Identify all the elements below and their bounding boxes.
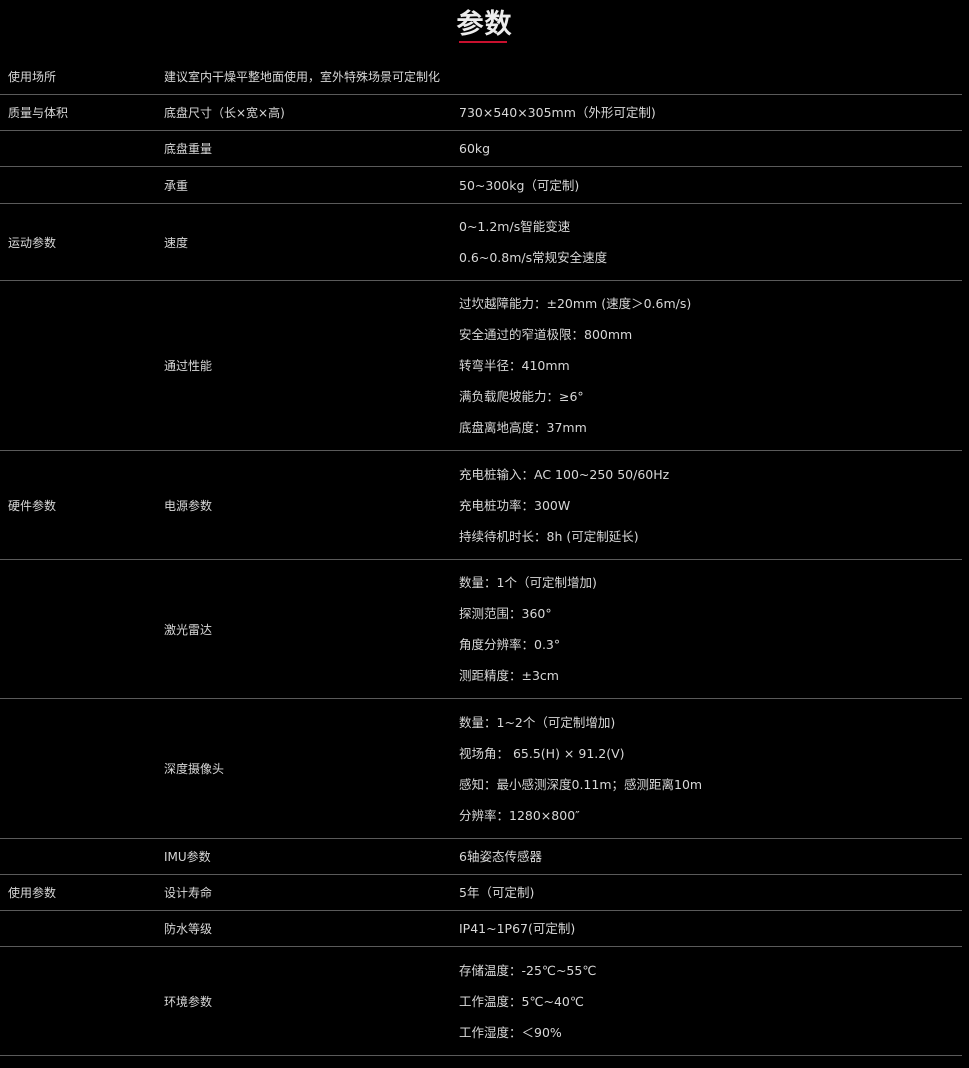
page-title: 参数 [456, 9, 513, 40]
item-label: 设计寿命 [164, 886, 213, 900]
table-row: 质量与体积 底盘尺寸（长×宽×高) 730×540×305mm（外形可定制) [0, 95, 962, 131]
item-label: 深度摄像头 [164, 762, 225, 776]
table-row: IMU参数 6轴姿态传感器 [0, 839, 962, 875]
value-line: 0.6~0.8m/s常规安全速度 [459, 250, 608, 265]
table-row: 通过性能 过坎越障能力：±20mm (速度＞0.6m/s) 安全通过的窄道极限：… [0, 281, 962, 451]
item-label: 环境参数 [164, 994, 213, 1009]
value-line: 存储温度：-25℃~55℃ [459, 962, 597, 978]
value-line: 0~1.2m/s智能变速 [459, 219, 571, 234]
item-label: 激光雷达 [164, 622, 213, 637]
table-row: 环境参数 存储温度：-25℃~55℃ 工作温度：5℃~40℃ 工作湿度：＜90% [0, 947, 962, 1056]
spec-table: 使用场所 建议室内干燥平整地面使用，室外特殊场景可定制化 质量与体积 底盘尺寸（… [0, 58, 962, 1056]
row-description: 建议室内干燥平整地面使用，室外特殊场景可定制化 [164, 69, 441, 84]
value-line: 安全通过的窄道极限：800mm [459, 327, 633, 342]
table-row: 使用场所 建议室内干燥平整地面使用，室外特殊场景可定制化 [0, 58, 962, 95]
category-label: 硬件参数 [8, 498, 57, 513]
value-line: 50~300kg（可定制) [459, 177, 580, 193]
item-label: 电源参数 [164, 498, 213, 513]
item-label: 承重 [164, 178, 189, 193]
table-row: 激光雷达 数量：1个（可定制增加) 探测范围：360° 角度分辨率：0.3° 测… [0, 560, 962, 699]
value-cell: 60kg [459, 131, 490, 166]
value-line: 底盘离地高度：37mm [459, 420, 587, 435]
value-cell: 50~300kg（可定制) [459, 167, 579, 203]
value-line: 工作湿度：＜90% [459, 1024, 562, 1040]
table-row: 底盘重量 60kg [0, 131, 962, 167]
value-line: 角度分辨率：0.3° [459, 637, 561, 652]
value-line: 工作温度：5℃~40℃ [459, 993, 584, 1009]
category-label: 使用场所 [8, 69, 57, 84]
value-line: 730×540×305mm（外形可定制) [459, 105, 656, 120]
value-line: 数量：1个（可定制增加) [459, 575, 597, 590]
table-row: 硬件参数 电源参数 充电桩输入：AC 100~250 50/60Hz 充电桩功率… [0, 451, 962, 560]
value-line: 感知：最小感测深度0.11m；感测距离10m [459, 776, 703, 792]
table-row: 运动参数 速度 0~1.2m/s智能变速 0.6~0.8m/s常规安全速度 [0, 204, 962, 281]
table-row: 深度摄像头 数量：1~2个（可定制增加) 视场角： 65.5(H) × 91.2… [0, 699, 962, 839]
table-row: 防水等级 IP41~1P67(可定制) [0, 911, 962, 947]
item-label: 防水等级 [164, 922, 213, 936]
item-label: 底盘重量 [164, 142, 213, 156]
value-line: 充电桩输入：AC 100~250 50/60Hz [459, 466, 670, 482]
value-line: 过坎越障能力：±20mm (速度＞0.6m/s) [459, 296, 692, 311]
value-line: IP41~1P67(可定制) [459, 921, 576, 936]
value-cell: 数量：1个（可定制增加) 探测范围：360° 角度分辨率：0.3° 测距精度：±… [459, 560, 597, 698]
table-row: 承重 50~300kg（可定制) [0, 167, 962, 204]
value-cell: 数量：1~2个（可定制增加) 视场角： 65.5(H) × 91.2(V) 感知… [459, 699, 702, 838]
item-label: 速度 [164, 235, 189, 250]
value-cell: 5年（可定制) [459, 875, 534, 910]
value-line: 分辨率：1280×800″ [459, 807, 580, 823]
value-cell: 过坎越障能力：±20mm (速度＞0.6m/s) 安全通过的窄道极限：800mm… [459, 281, 691, 450]
value-line: 6轴姿态传感器 [459, 849, 542, 864]
value-cell: 0~1.2m/s智能变速 0.6~0.8m/s常规安全速度 [459, 204, 607, 280]
value-line: 测距精度：±3cm [459, 668, 559, 683]
item-label: 通过性能 [164, 359, 213, 373]
title-underline [459, 41, 507, 43]
title-area: 参数 [0, 0, 969, 58]
value-line: 充电桩功率：300W [459, 497, 571, 513]
category-label: 质量与体积 [8, 106, 69, 120]
item-label: 底盘尺寸（长×宽×高) [164, 106, 285, 120]
value-line: 数量：1~2个（可定制增加) [459, 714, 616, 730]
value-line: 持续待机时长：8h (可定制延长) [459, 528, 639, 544]
value-cell: 730×540×305mm（外形可定制) [459, 95, 656, 130]
category-label: 运动参数 [8, 235, 57, 250]
item-label: IMU参数 [164, 850, 211, 864]
value-line: 满负载爬坡能力：≥6° [459, 389, 584, 404]
value-cell: 存储温度：-25℃~55℃ 工作温度：5℃~40℃ 工作湿度：＜90% [459, 947, 596, 1055]
value-line: 探测范围：360° [459, 606, 552, 621]
table-row: 使用参数 设计寿命 5年（可定制) [0, 875, 962, 911]
category-label: 使用参数 [8, 886, 57, 900]
value-cell: 充电桩输入：AC 100~250 50/60Hz 充电桩功率：300W 持续待机… [459, 451, 669, 559]
value-cell: 6轴姿态传感器 [459, 839, 542, 874]
value-line: 60kg [459, 141, 491, 156]
value-cell: IP41~1P67(可定制) [459, 911, 575, 946]
value-line: 转弯半径：410mm [459, 358, 570, 373]
value-line: 视场角： 65.5(H) × 91.2(V) [459, 745, 625, 761]
value-line: 5年（可定制) [459, 885, 535, 900]
